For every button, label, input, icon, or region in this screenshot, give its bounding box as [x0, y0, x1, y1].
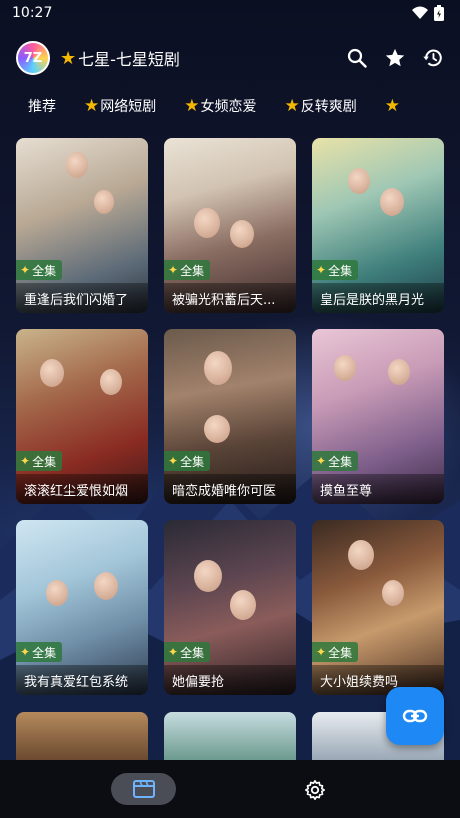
drama-title: 她偏要抢 — [164, 665, 296, 695]
drama-grid: ✦ 全集 重逢后我们闪婚了 ✦ 全集 被骗光积蓄后天... ✦ 全集 皇后是朕的黑月光… — [16, 138, 444, 695]
bottom-nav — [0, 760, 460, 818]
drama-title: 滚滚红尘爱恨如烟 — [16, 474, 148, 504]
tab-label: 推荐 — [28, 99, 56, 115]
history-button[interactable] — [422, 47, 444, 69]
sparkle-icon: ✦ — [316, 454, 327, 468]
tab-reversal-drama[interactable]: ★ 反转爽剧 — [285, 96, 357, 116]
drama-card[interactable] — [164, 712, 296, 760]
app-title: ★ 七星-七星短剧 — [60, 46, 180, 70]
tab-web-drama[interactable]: ★ 网络短剧 — [84, 96, 156, 116]
sparkle-icon: ✦ — [316, 263, 327, 277]
wifi-icon — [412, 6, 428, 19]
sparkle-icon: ✦ — [168, 263, 179, 277]
status-bar: 10:27 — [0, 0, 460, 26]
drama-card[interactable] — [16, 712, 148, 760]
star-icon — [385, 48, 405, 67]
battery-icon — [434, 5, 444, 21]
category-tabs: 推荐 ★ 网络短剧 ★ 女频恋爱 ★ 反转爽剧 ★ — [0, 90, 460, 122]
tab-label: 女频恋爱 — [200, 99, 257, 115]
sparkle-icon: ✦ — [20, 645, 31, 659]
tab-label: 网络短剧 — [100, 99, 157, 115]
drama-title: 摸鱼至尊 — [312, 474, 444, 504]
app-title-text: 七星-七星短剧 — [78, 50, 180, 69]
status-badge: ✦ 全集 — [312, 451, 359, 471]
link-fab-button[interactable] — [386, 687, 444, 745]
drama-card[interactable]: ✦ 全集 重逢后我们闪婚了 — [16, 138, 148, 313]
status-badge: ✦ 全集 — [16, 642, 63, 662]
app-bar: 7Z ★ 七星-七星短剧 — [0, 36, 460, 80]
status-badge: ✦ 全集 — [16, 451, 63, 471]
drama-title: 重逢后我们闪婚了 — [16, 283, 148, 313]
favorites-button[interactable] — [384, 47, 406, 69]
sparkle-icon: ✦ — [168, 454, 179, 468]
star-icon: ★ — [60, 47, 77, 69]
status-badge: ✦ 全集 — [164, 451, 211, 471]
drama-title: 暗恋成婚唯你可医 — [164, 474, 296, 504]
status-icons — [412, 5, 444, 21]
gear-icon — [305, 780, 325, 800]
tab-more[interactable]: ★ — [385, 96, 401, 116]
drama-card[interactable]: ✦ 全集 我有真爱红包系统 — [16, 520, 148, 695]
drama-card[interactable]: ✦ 全集 被骗光积蓄后天... — [164, 138, 296, 313]
sparkle-icon: ✦ — [316, 645, 327, 659]
drama-grid-next-row — [16, 712, 444, 760]
tab-recommend[interactable]: 推荐 — [28, 96, 56, 116]
star-icon: ★ — [184, 96, 200, 116]
drama-card[interactable]: ✦ 全集 皇后是朕的黑月光 — [312, 138, 444, 313]
app-actions — [346, 47, 444, 69]
star-icon: ★ — [284, 96, 300, 116]
tab-female-romance[interactable]: ★ 女频恋爱 — [184, 96, 256, 116]
app-logo[interactable]: 7Z — [16, 41, 50, 75]
nav-settings-button[interactable] — [302, 777, 328, 803]
nav-films-button[interactable] — [111, 773, 176, 805]
status-badge: ✦ 全集 — [312, 642, 359, 662]
drama-title: 我有真爱红包系统 — [16, 665, 148, 695]
status-badge: ✦ 全集 — [164, 642, 211, 662]
drama-card[interactable]: ✦ 全集 摸鱼至尊 — [312, 329, 444, 504]
sparkle-icon: ✦ — [168, 645, 179, 659]
search-icon — [347, 48, 367, 68]
drama-card[interactable]: ✦ 全集 大小姐续费吗 — [312, 520, 444, 695]
sparkle-icon: ✦ — [20, 454, 31, 468]
status-badge: ✦ 全集 — [312, 260, 359, 280]
tab-label: 反转爽剧 — [300, 99, 357, 115]
star-icon: ★ — [384, 96, 400, 116]
drama-card[interactable]: ✦ 全集 滚滚红尘爱恨如烟 — [16, 329, 148, 504]
status-badge: ✦ 全集 — [16, 260, 63, 280]
sparkle-icon: ✦ — [20, 263, 31, 277]
status-badge: ✦ 全集 — [164, 260, 211, 280]
drama-title: 皇后是朕的黑月光 — [312, 283, 444, 313]
drama-card[interactable]: ✦ 全集 她偏要抢 — [164, 520, 296, 695]
drama-card[interactable]: ✦ 全集 暗恋成婚唯你可医 — [164, 329, 296, 504]
history-icon — [423, 49, 442, 67]
link-icon — [402, 709, 428, 723]
film-icon — [132, 780, 155, 798]
drama-title: 被骗光积蓄后天... — [164, 283, 296, 313]
search-button[interactable] — [346, 47, 368, 69]
status-time: 10:27 — [12, 5, 53, 21]
star-icon: ★ — [84, 96, 100, 116]
